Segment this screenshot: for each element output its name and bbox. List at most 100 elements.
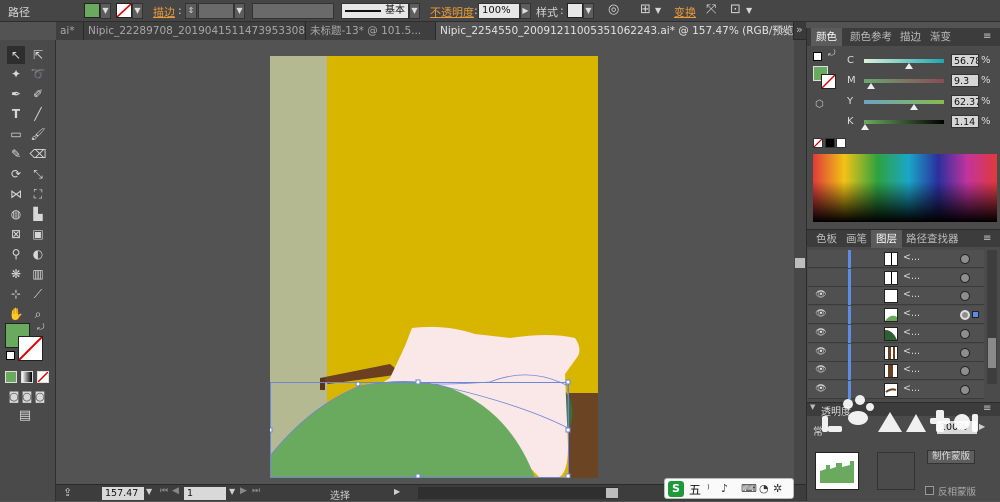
magic-wand-tool-icon[interactable]: ✦ <box>7 65 25 83</box>
visibility-eye-icon[interactable] <box>814 272 828 284</box>
tools-icon[interactable]: ✲ <box>773 482 782 495</box>
eraser-tool-icon[interactable]: ⌫ <box>29 145 47 163</box>
chevron-down-icon[interactable]: ▼ <box>655 6 661 15</box>
tab-swatches[interactable]: 色板 <box>811 230 842 248</box>
target-circle-icon[interactable] <box>960 310 970 321</box>
eyedropper-tool-icon[interactable]: ⚲ <box>7 245 25 263</box>
visibility-eye-icon[interactable]: 👁 <box>814 328 828 340</box>
cyan-slider[interactable] <box>864 59 944 63</box>
chevron-right-icon[interactable]: ▶ <box>520 3 531 19</box>
tab-layers[interactable]: 图层 <box>871 230 902 248</box>
artboard-nav-icon[interactable]: ⇪ <box>63 486 72 499</box>
zoom-input[interactable]: 157.47 <box>102 487 144 500</box>
none-mode-icon[interactable] <box>37 371 49 383</box>
layer-row[interactable]: <... <box>808 250 984 268</box>
color-spectrum-picker[interactable] <box>813 154 997 222</box>
column-graph-tool-icon[interactable]: ▥ <box>29 265 47 283</box>
close-icon[interactable]: × <box>780 22 789 40</box>
make-mask-button[interactable]: 制作蒙版 <box>927 450 975 464</box>
layer-row[interactable]: 👁 <... <box>808 306 984 325</box>
symbol-sprayer-tool-icon[interactable]: ❋ <box>7 265 25 283</box>
selection-tool-icon[interactable]: ↖ <box>7 46 25 64</box>
color-mode-icon[interactable] <box>5 371 17 383</box>
target-circle-icon[interactable] <box>960 291 970 302</box>
default-colors-icon[interactable] <box>813 52 822 61</box>
punctuation-icon[interactable]: ⁾ <box>707 482 710 495</box>
prev-artboard-icon[interactable]: ◀ <box>172 486 179 496</box>
visibility-eye-icon[interactable]: 👁 <box>814 365 828 377</box>
slice-tool-icon[interactable]: ⟋ <box>29 285 47 303</box>
rectangle-tool-icon[interactable]: ▭ <box>7 125 25 143</box>
artboard-tool-icon[interactable]: ⊹ <box>7 285 25 303</box>
black-value-input[interactable]: 1.14 <box>951 115 979 128</box>
select-similar-icon[interactable]: ⊡ <box>730 2 741 17</box>
out-of-gamut-icon[interactable]: ⬡ <box>815 99 824 110</box>
variable-width-profile[interactable] <box>252 3 334 19</box>
anchor-point[interactable] <box>565 427 571 433</box>
blend-tool-icon[interactable]: ◐ <box>29 245 47 263</box>
anchor-point[interactable] <box>415 379 421 385</box>
tabs-overflow-icon[interactable]: » <box>796 23 803 36</box>
layer-row[interactable]: <... <box>808 268 984 287</box>
paintbrush-tool-icon[interactable]: 🖌 <box>29 125 47 143</box>
tab-pathfinder[interactable]: 路径查找器 <box>901 230 964 248</box>
line-tool-icon[interactable]: ╱ <box>29 105 47 123</box>
lasso-tool-icon[interactable]: ➰ <box>29 65 47 83</box>
artboard-number-input[interactable]: 1 <box>184 487 226 500</box>
curvature-tool-icon[interactable]: ✐ <box>29 85 47 103</box>
cyan-slider-knob[interactable] <box>905 63 914 69</box>
free-transform-tool-icon[interactable]: ⛶ <box>29 185 47 203</box>
anchor-point[interactable] <box>270 427 273 433</box>
document-tab[interactable]: 未标题-13* @ 101.5... <box>306 22 436 40</box>
yellow-slider[interactable] <box>864 100 944 104</box>
opacity-label[interactable]: 不透明度 <box>430 4 474 20</box>
width-tool-icon[interactable]: ⋈ <box>7 185 25 203</box>
current-stroke-swatch[interactable] <box>821 74 836 89</box>
chevron-down-icon[interactable]: ▼ <box>409 3 420 19</box>
anchor-point[interactable] <box>355 381 361 387</box>
yellow-value-input[interactable]: 62.37 <box>951 95 979 108</box>
tab-color-guide[interactable]: 颜色参考 <box>845 28 897 46</box>
last-artboard-icon[interactable]: ⏭ <box>252 486 260 496</box>
draw-inside-icon[interactable]: ◙ <box>31 388 49 406</box>
rotate-tool-icon[interactable]: ⟳ <box>7 165 25 183</box>
keyboard-icon[interactable]: ⌨ <box>741 482 757 495</box>
mesh-tool-icon[interactable]: ⊠ <box>7 225 25 243</box>
stroke-weight-stepper[interactable]: ⇕ <box>185 3 197 19</box>
layer-row[interactable]: 👁 <... <box>808 343 984 362</box>
scale-tool-icon[interactable]: ⤡ <box>29 165 47 183</box>
stroke-none-swatch[interactable] <box>116 3 132 18</box>
layer-row[interactable]: 👁 <... <box>808 362 984 381</box>
gradient-mode-icon[interactable] <box>21 371 33 383</box>
stroke-swatch[interactable] <box>18 336 43 361</box>
document-tab-active[interactable]: Nipic_2254550_20091211005351062243.ai* @… <box>436 22 794 40</box>
panel-menu-icon[interactable]: ≡ <box>983 31 991 42</box>
swap-fill-stroke-icon[interactable]: ⤾ <box>828 49 836 59</box>
perspective-grid-tool-icon[interactable]: ▙ <box>29 205 47 223</box>
layer-row[interactable]: 👁 <... <box>808 287 984 306</box>
yellow-slider-knob[interactable] <box>909 104 918 110</box>
visibility-eye-icon[interactable] <box>814 253 828 265</box>
document-tab[interactable]: Nipic_22289708_20190415114739533085.ai* <box>84 22 306 40</box>
type-tool-icon[interactable]: T <box>7 105 25 123</box>
magenta-slider-knob[interactable] <box>867 83 876 89</box>
opacity-input[interactable]: 100% <box>478 3 520 19</box>
direct-selection-tool-icon[interactable]: ⇱ <box>29 46 47 64</box>
artboard[interactable] <box>270 56 598 478</box>
magenta-slider[interactable] <box>864 79 944 83</box>
isolate-icon[interactable]: ⤧ <box>706 2 716 17</box>
chevron-down-icon[interactable]: ▼ <box>132 3 143 19</box>
layers-scrollbar[interactable] <box>987 250 997 384</box>
tab-color[interactable]: 颜色 <box>811 28 842 46</box>
graphic-style-swatch[interactable] <box>567 3 583 18</box>
scrollbar-thumb[interactable] <box>606 488 618 498</box>
swap-fill-stroke-icon[interactable]: ⤾ <box>37 323 45 333</box>
visibility-eye-icon[interactable]: 👁 <box>814 347 828 359</box>
object-thumbnail[interactable] <box>815 452 859 490</box>
target-circle-icon[interactable] <box>960 366 970 377</box>
layer-row[interactable]: 👁 <... <box>808 324 984 343</box>
ime-logo[interactable]: S <box>668 481 684 497</box>
skin-icon[interactable]: ◔ <box>759 482 769 495</box>
selected-art-indicator[interactable] <box>972 311 979 319</box>
hand-tool-icon[interactable]: ✋ <box>7 305 25 323</box>
